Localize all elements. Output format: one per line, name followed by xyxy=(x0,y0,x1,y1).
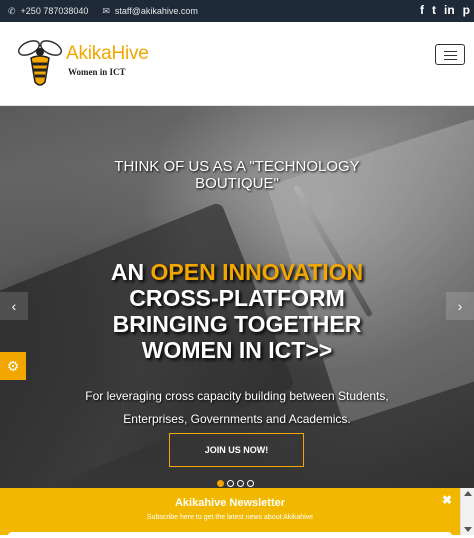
twitter-icon[interactable]: t xyxy=(432,3,436,17)
slider-dot[interactable] xyxy=(247,480,254,487)
brand-tagline: Women in ICT xyxy=(68,67,126,77)
phone-number: +250 787038040 xyxy=(20,6,89,16)
close-icon[interactable]: ✖ xyxy=(442,493,452,507)
subtext-line-2: Enterprises, Governments and Academics. xyxy=(123,412,351,426)
email-address: staff@akikahive.com xyxy=(114,6,198,16)
gear-icon: ⚙ xyxy=(6,357,20,374)
slider-dots xyxy=(217,480,254,487)
hero-slider: THINK OF US AS A "TECHNOLOGY BOUTIQUE" A… xyxy=(0,106,474,489)
join-us-button[interactable]: JOIN US NOW! xyxy=(169,433,304,467)
slider-dot[interactable] xyxy=(217,480,224,487)
hero-tagline-text: THINK OF US AS A "TECHNOLOGY BOUTIQUE" xyxy=(114,158,360,192)
settings-toggle-button[interactable]: ⚙ xyxy=(0,352,26,380)
scroll-up-icon[interactable] xyxy=(464,491,472,496)
social-links: f t in p xyxy=(420,3,470,17)
newsletter-bar: Akikahive Newsletter Subscribe here to g… xyxy=(0,488,460,538)
menu-line xyxy=(444,55,457,56)
hamburger-menu-button[interactable] xyxy=(435,44,465,65)
subtext-line-1: For leveraging cross capacity building b… xyxy=(85,389,389,403)
headline-prefix: AN xyxy=(110,259,145,285)
headline-line-2: CROSS-PLATFORM xyxy=(129,285,345,311)
menu-line xyxy=(444,51,457,52)
email-contact[interactable]: ✉ staff@akikahive.com xyxy=(102,6,198,17)
hero-subtext: For leveraging cross capacity building b… xyxy=(0,385,474,431)
hero-headline: AN OPEN INNOVATION CROSS-PLATFORM BRINGI… xyxy=(0,259,474,363)
newsletter-email-input[interactable] xyxy=(8,532,452,538)
headline-line-4: WOMEN IN ICT>> xyxy=(141,337,333,363)
site-logo[interactable]: AkikaHive Women in ICT xyxy=(10,34,160,90)
pinterest-icon[interactable]: p xyxy=(463,3,470,17)
scroll-down-icon[interactable] xyxy=(464,527,472,532)
next-slide-button[interactable]: › xyxy=(446,292,474,320)
chevron-right-icon: › xyxy=(457,298,463,314)
scrollbar[interactable] xyxy=(460,488,474,535)
menu-line xyxy=(444,59,457,60)
envelope-icon: ✉ xyxy=(102,5,110,16)
linkedin-icon[interactable]: in xyxy=(444,3,455,17)
headline-accent: OPEN INNOVATION xyxy=(150,259,364,285)
brand-name: AkikaHive xyxy=(66,43,149,64)
facebook-icon[interactable]: f xyxy=(420,3,424,17)
site-header: AkikaHive Women in ICT xyxy=(0,22,474,106)
phone-icon: ✆ xyxy=(8,5,16,16)
headline-line-3: BRINGING TOGETHER xyxy=(112,311,362,337)
newsletter-title: Akikahive Newsletter xyxy=(174,497,286,509)
phone-contact[interactable]: ✆ +250 787038040 xyxy=(8,6,88,17)
newsletter-subtitle: Subscribe here to get the latest news ab… xyxy=(146,514,314,521)
slider-dot[interactable] xyxy=(227,480,234,487)
bee-logo-icon xyxy=(17,40,63,86)
chevron-left-icon: ‹ xyxy=(11,298,17,314)
previous-slide-button[interactable]: ‹ xyxy=(0,292,28,320)
top-bar: ✆ +250 787038040 ✉ staff@akikahive.com f… xyxy=(0,0,474,22)
hero-tagline: THINK OF US AS A "TECHNOLOGY BOUTIQUE" xyxy=(0,158,474,192)
slider-dot[interactable] xyxy=(237,480,244,487)
